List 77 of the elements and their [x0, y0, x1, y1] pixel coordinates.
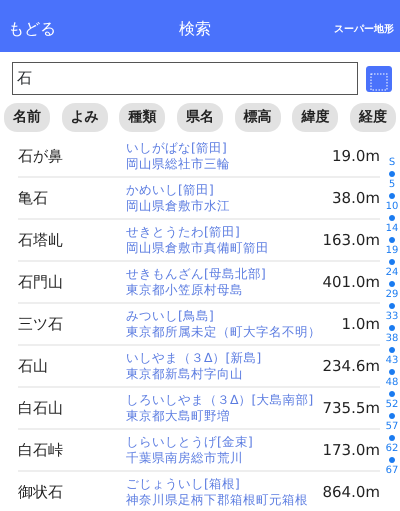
elevation: 163.0m — [322, 230, 380, 251]
index-label[interactable]: 48 — [384, 378, 400, 388]
index-label[interactable]: 62 — [384, 444, 400, 454]
index-label[interactable]: 5 — [384, 180, 400, 190]
dot-icon[interactable] — [389, 369, 395, 375]
sort-button[interactable]: よみ — [62, 103, 108, 132]
dot-icon[interactable] — [389, 171, 395, 177]
back-link[interactable]: もどる — [8, 17, 56, 41]
place-name[interactable]: 石門山 — [18, 270, 126, 294]
sort-button[interactable]: 緯度 — [292, 103, 338, 132]
place-reading: ごじょういし[箱根] — [126, 476, 241, 492]
index-label[interactable]: 10 — [384, 202, 400, 212]
dot-icon[interactable] — [389, 303, 395, 309]
place-reading: みついし[鳥島] — [126, 308, 215, 324]
select-button[interactable] — [366, 66, 392, 92]
place-address: 東京都新島村字向山 — [126, 366, 244, 382]
map-link[interactable]: スーパー地形 — [334, 22, 394, 36]
index-label[interactable]: 52 — [384, 400, 400, 410]
place-reading: せきとうたわ[箭田] — [126, 224, 241, 240]
index-label[interactable]: 19 — [384, 246, 400, 256]
place-address: 東京都小笠原村母島 — [126, 282, 244, 298]
place-address: 千葉県南房総市荒川 — [126, 450, 244, 466]
sort-button[interactable]: 名前 — [4, 103, 50, 132]
dot-icon[interactable] — [389, 281, 395, 287]
place-address: 岡山県倉敷市水江 — [126, 198, 230, 214]
index-label[interactable]: 14 — [384, 224, 400, 234]
index-label[interactable]: 57 — [384, 422, 400, 432]
dot-icon[interactable] — [389, 237, 395, 243]
place-name[interactable]: 三ツ石 — [18, 312, 126, 336]
dot-icon[interactable] — [389, 347, 395, 353]
place-name[interactable]: 石が鼻 — [18, 144, 126, 168]
place-address: 東京都大島町野増 — [126, 408, 231, 424]
place-name[interactable]: 石山 — [18, 354, 126, 378]
place-reading: せきもんざん[母島北部] — [126, 266, 266, 282]
place-reading: いしやま（３Δ）[新島] — [126, 350, 262, 366]
dot-icon[interactable] — [389, 215, 395, 221]
index-label[interactable]: 43 — [384, 356, 400, 366]
elevation: 864.0m — [322, 482, 380, 503]
elevation: 1.0m — [342, 314, 380, 335]
index-label[interactable]: S — [384, 158, 400, 168]
index-label[interactable]: 29 — [384, 290, 400, 300]
place-reading: しろいしやま（３Δ）[大島南部] — [126, 392, 314, 408]
dot-icon[interactable] — [389, 193, 395, 199]
elevation: 234.6m — [322, 356, 380, 377]
place-reading: かめいし[箭田] — [126, 182, 215, 198]
sort-button[interactable]: 県名 — [176, 103, 223, 132]
place-address: 岡山県倉敷市真備町箭田 — [126, 240, 269, 256]
dot-icon[interactable] — [389, 435, 395, 441]
dot-icon[interactable] — [389, 413, 395, 419]
sort-button[interactable]: 経度 — [350, 103, 396, 132]
place-name[interactable]: 亀石 — [18, 186, 126, 210]
place-reading: しらいしとうげ[金束] — [126, 434, 253, 450]
index-label[interactable]: 38 — [384, 334, 400, 344]
index-label[interactable]: 67 — [384, 466, 400, 476]
place-name[interactable]: 白石峠 — [18, 438, 126, 462]
sort-button[interactable]: 種類 — [119, 103, 166, 132]
dot-icon[interactable] — [389, 259, 395, 265]
elevation: 19.0m — [332, 146, 380, 167]
place-name[interactable]: 石塔乢 — [18, 228, 126, 252]
place-address: 神奈川県足柄下郡箱根町元箱根 — [126, 492, 308, 508]
dot-icon[interactable] — [389, 391, 395, 397]
search-field[interactable]: 石 — [12, 62, 358, 95]
place-reading: いしがばな[箭田] — [126, 140, 228, 156]
place-name[interactable]: 白石山 — [18, 396, 126, 420]
dot-icon[interactable] — [389, 325, 395, 331]
sort-button[interactable]: 標高 — [234, 103, 281, 132]
elevation: 735.5m — [322, 398, 380, 419]
dot-icon[interactable] — [389, 457, 395, 463]
elevation: 38.0m — [332, 188, 380, 209]
screen-title: 検索 — [179, 18, 211, 40]
place-address: 岡山県総社市三輪 — [126, 156, 230, 172]
place-name[interactable]: 御状石 — [18, 480, 126, 504]
index-label[interactable]: 33 — [384, 312, 400, 322]
index-label[interactable]: 24 — [384, 268, 400, 278]
elevation: 401.0m — [322, 272, 380, 293]
elevation: 173.0m — [322, 440, 380, 461]
place-address: 東京都所属未定（町大字名不明） — [126, 324, 321, 340]
